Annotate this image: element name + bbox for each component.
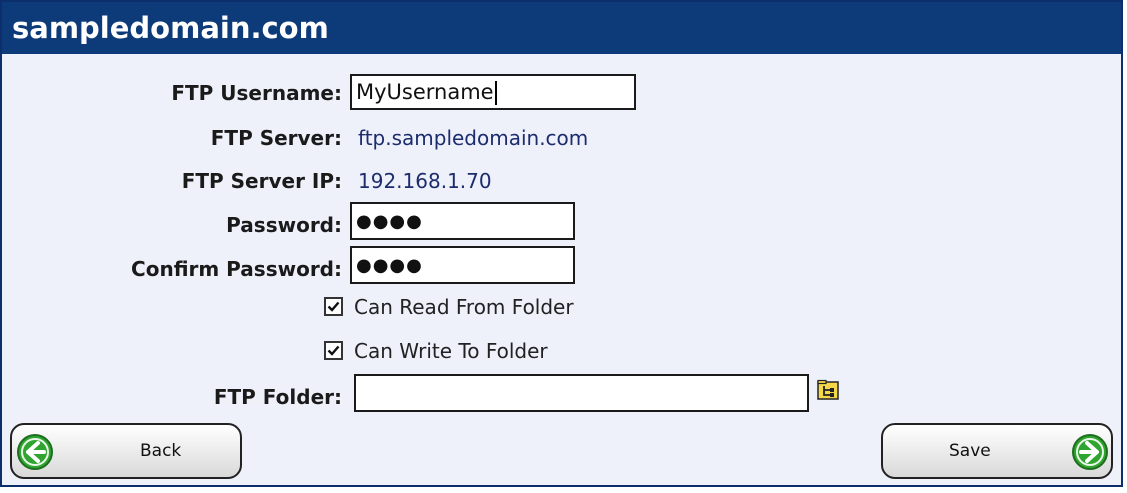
ftp-username-input[interactable]: MyUsername (350, 74, 636, 110)
save-button-label: Save (949, 441, 991, 461)
can-read-label[interactable]: Can Read From Folder (354, 295, 574, 319)
can-write-label[interactable]: Can Write To Folder (354, 339, 548, 363)
ftp-server-label: FTP Server: (210, 126, 342, 150)
ftp-server-value: ftp.sampledomain.com (358, 126, 589, 150)
can-write-checkbox[interactable] (324, 341, 343, 360)
confirm-password-input[interactable]: ●●●● (350, 246, 575, 284)
ftp-folder-label: FTP Folder: (213, 385, 342, 409)
can-read-checkbox[interactable] (324, 297, 343, 316)
confirm-password-label: Confirm Password: (131, 257, 342, 281)
folder-browse-button[interactable] (817, 379, 839, 401)
password-label: Password: (226, 213, 342, 237)
folder-browse-icon (817, 379, 839, 400)
ftp-username-value: MyUsername (356, 80, 494, 104)
ftp-username-label: FTP Username: (171, 81, 342, 105)
ftp-server-ip-value: 192.168.1.70 (358, 169, 492, 193)
ftp-settings-panel: sampledomain.com FTP Username: MyUsernam… (0, 0, 1123, 487)
back-button[interactable]: Back (10, 423, 242, 479)
back-button-label: Back (140, 441, 182, 461)
arrow-right-icon (1072, 434, 1108, 470)
panel-title: sampledomain.com (2, 2, 1121, 54)
password-input[interactable]: ●●●● (350, 202, 575, 240)
arrow-left-icon (17, 434, 53, 470)
text-caret (494, 81, 497, 105)
confirm-password-masked-value: ●●●● (356, 255, 423, 276)
password-masked-value: ●●●● (356, 211, 423, 232)
ftp-folder-input[interactable] (354, 374, 809, 412)
checkmark-icon (327, 301, 340, 312)
save-button[interactable]: Save (881, 423, 1113, 479)
ftp-server-ip-label: FTP Server IP: (181, 169, 342, 193)
checkmark-icon (327, 345, 340, 356)
